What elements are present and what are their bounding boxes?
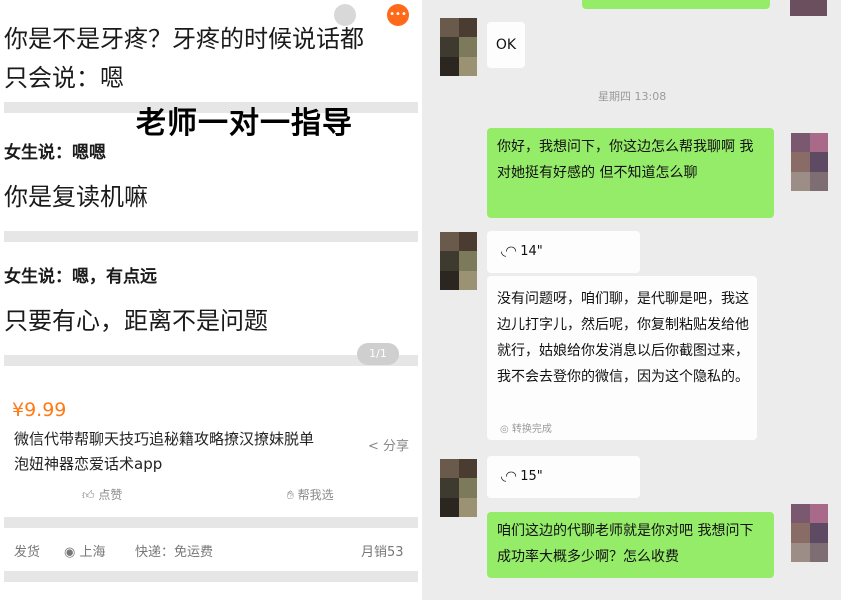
location-text: 上海	[79, 545, 106, 560]
thumbs-up-icon: 👍︎	[82, 488, 95, 502]
dialog1-she: 女生说：嗯嗯	[4, 143, 106, 163]
monthly-sales: 月销53	[361, 545, 404, 560]
location: ◉ 上海	[64, 541, 106, 560]
avatar-top-right	[790, 0, 827, 16]
chat-timestamp: 星期四 13:08	[598, 90, 667, 103]
product-page-panel: ••• 你是不是牙疼？牙疼的时候说话都 只会说：嗯 老师一对一指导 女生说：嗯嗯…	[0, 0, 420, 600]
ad-text-line1: 你是不是牙疼？牙疼的时候说话都	[4, 25, 364, 53]
voice-message-2-duration: ◟◜◝ 15"	[501, 469, 543, 484]
pin-icon: ◉	[64, 545, 76, 560]
divider-bar	[4, 571, 418, 582]
product-title-line1: 微信代带帮聊天技巧追秘籍攻略撩汉撩妹脱单	[14, 430, 315, 448]
share-icon: <	[368, 439, 379, 454]
message-ok-text: OK	[495, 37, 517, 53]
check-circle-icon: ◎	[500, 424, 509, 435]
help-label: 帮我选	[297, 488, 334, 502]
banner-title: 老师一对一指导	[136, 106, 353, 141]
transcribe-done-label: ◎ 转换完成	[500, 420, 552, 435]
contact-avatar[interactable]	[440, 459, 477, 517]
voice-wave-icon: ◟◜◝	[501, 469, 517, 484]
message-ok: OK	[487, 22, 525, 68]
dialog1-reply: 你是复读机嘛	[4, 183, 148, 211]
product-price: ¥9.99	[12, 399, 67, 421]
contact-avatar[interactable]	[440, 18, 477, 76]
contact-avatar[interactable]	[440, 232, 477, 290]
divider-bar	[4, 517, 418, 528]
ship-label: 发货	[14, 545, 41, 560]
like-button[interactable]: 👍︎ 点赞	[82, 486, 122, 503]
voice-duration: 14"	[520, 244, 543, 259]
orange-menu-icon[interactable]: •••	[387, 4, 409, 26]
my-avatar[interactable]	[791, 504, 828, 562]
delivery-info: 快递：免运费	[135, 545, 214, 560]
message-user-2: 咱们这边的代聊老师就是你对吧 我想问下成功率大概多少啊？怎么收费	[487, 512, 774, 578]
transcribe-done-text: 转换完成	[511, 424, 552, 435]
voice-duration: 15"	[520, 469, 543, 484]
image-counter-badge: 1/1	[357, 343, 399, 365]
my-avatar[interactable]	[791, 133, 828, 191]
voice-transcript-text: 没有问题呀，咱们聊，是代聊是吧，我这边儿打字儿，然后呢，你复制粘贴发给他就行，姑…	[497, 291, 749, 385]
like-label: 点赞	[98, 488, 123, 502]
handshake-icon: ✋︎	[287, 488, 294, 502]
share-button[interactable]: < 分享	[368, 435, 409, 454]
voice-message-1-duration: ◟◜◝ 14"	[501, 244, 543, 259]
dialog2-reply: 只要有心，距离不是问题	[4, 307, 268, 335]
message-user-1: 你好，我想问下，你这边怎么帮我聊啊 我对她挺有好感的 但不知道怎么聊	[487, 128, 774, 218]
product-title-line2: 泡妞神器恋爱话术app	[14, 455, 163, 473]
help-choose-button[interactable]: ✋︎ 帮我选	[287, 486, 334, 503]
share-label: 分享	[383, 439, 410, 454]
divider-bar	[4, 231, 418, 242]
dialog2-she: 女生说：嗯，有点远	[4, 267, 157, 287]
voice-wave-icon: ◟◜◝	[501, 244, 517, 259]
ad-text-line2: 只会说：嗯	[4, 64, 124, 92]
divider-bar	[4, 355, 418, 366]
previous-green-bubble	[582, 0, 770, 9]
